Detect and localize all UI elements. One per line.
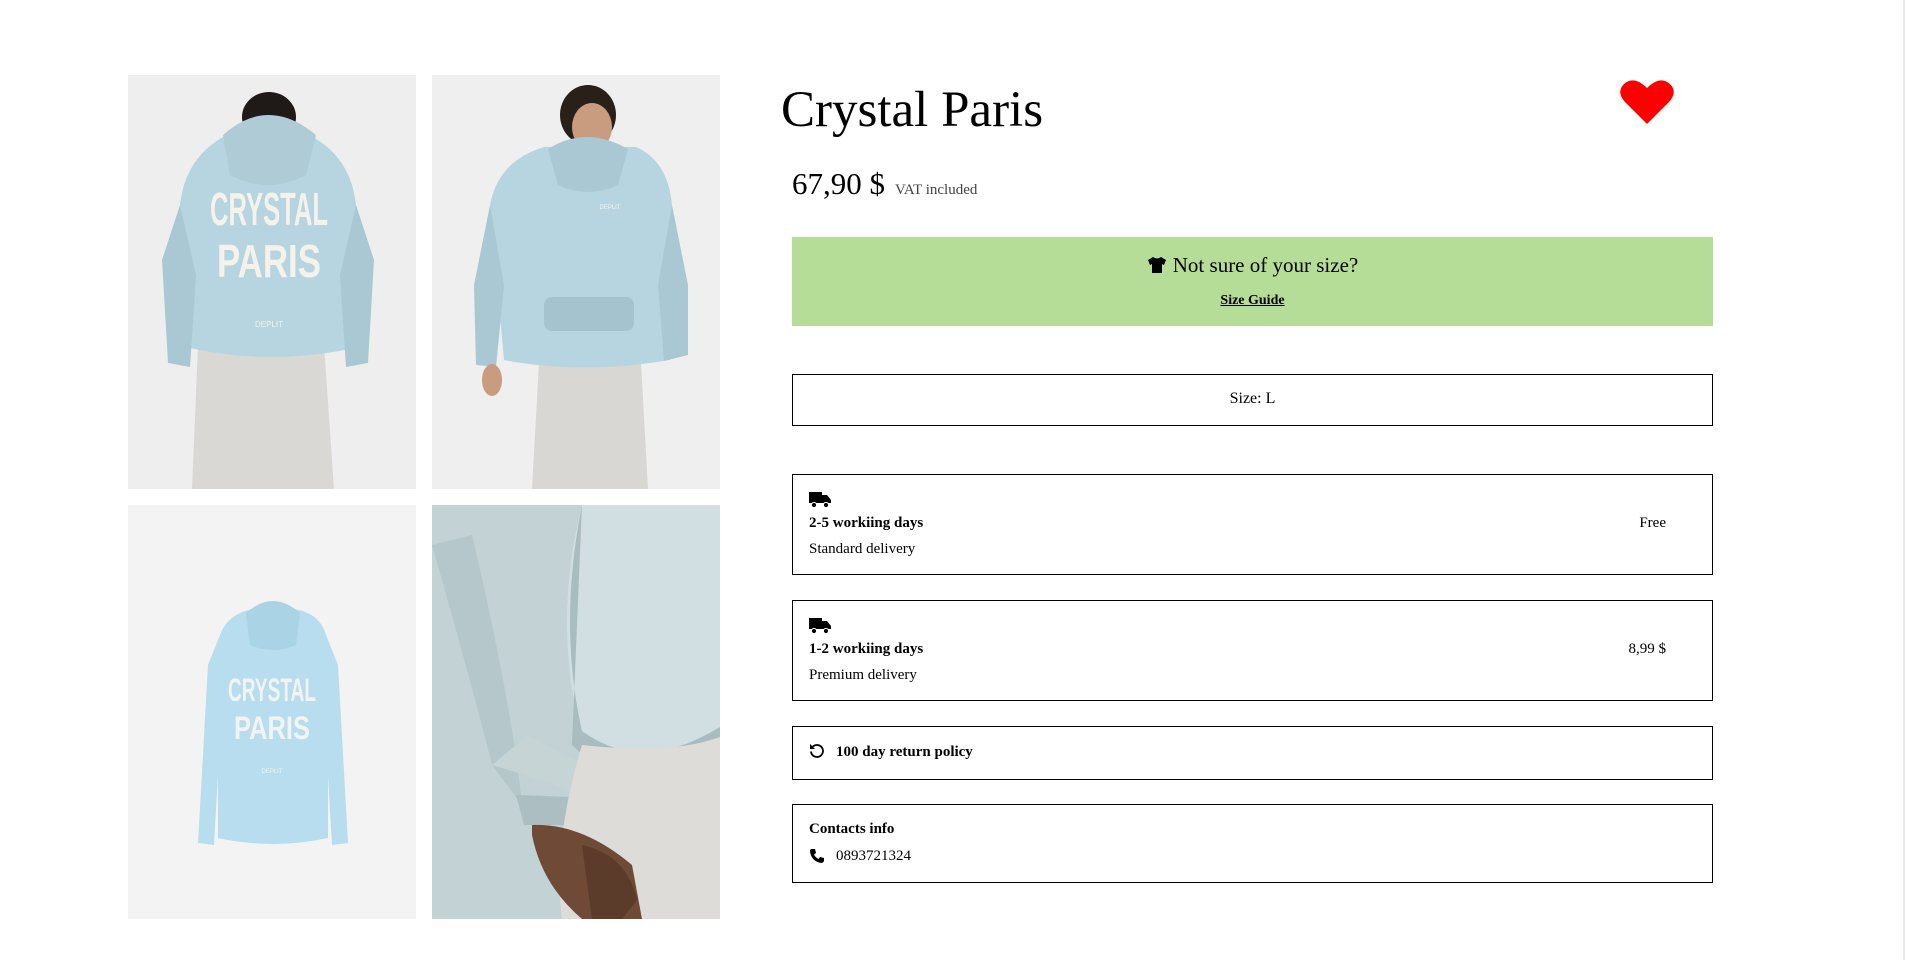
product-page: CRYSTAL PARIS DEPLIT DEPLIT CRYSTAL PARI…: [0, 0, 1905, 960]
contacts-heading: Contacts info: [809, 821, 895, 837]
product-photo-back-model[interactable]: CRYSTAL PARIS DEPLIT: [128, 75, 416, 489]
product-price: 67,90 $: [792, 166, 885, 201]
size-selector[interactable]: Size: L: [792, 374, 1713, 426]
favorite-button[interactable]: [1620, 78, 1674, 126]
contacts-box: Contacts info 0893721324: [792, 804, 1713, 883]
photo-1-print-line-2: PARIS: [217, 235, 321, 287]
size-question: Not sure of your size?: [1172, 253, 1359, 277]
return-policy-box: 100 day return policy: [792, 726, 1713, 780]
undo-icon: [810, 744, 824, 758]
size-question-line: Not sure of your size?: [792, 253, 1713, 278]
delivery-option-standard[interactable]: 2-5 workiing days Standard delivery Free: [792, 474, 1713, 575]
truck-icon: [809, 618, 831, 634]
size-selector-label: Size: L: [1229, 390, 1276, 407]
contact-phone[interactable]: 0893721324: [836, 848, 911, 865]
photo-flat-back-illustration: CRYSTAL PARIS DEPLIT: [128, 505, 416, 919]
product-photo-sleeve-detail[interactable]: [432, 505, 720, 919]
phone-icon: [810, 849, 824, 863]
truck-icon: [809, 492, 831, 508]
delivery-days: 2-5 workiing days: [809, 515, 924, 531]
delivery-name: Premium delivery: [809, 667, 917, 683]
return-policy-label: 100 day return policy: [836, 744, 973, 760]
photo-3-print-line-2: PARIS: [234, 710, 310, 746]
delivery-name: Standard delivery: [809, 541, 916, 557]
delivery-option-premium[interactable]: 1-2 workiing days Premium delivery 8,99 …: [792, 600, 1713, 701]
product-photo-front-model[interactable]: DEPLIT: [432, 75, 720, 489]
tshirt-icon: [1147, 257, 1166, 273]
photo-1-print-line-1: CRYSTAL: [210, 183, 328, 235]
vat-note: VAT included: [895, 182, 978, 198]
product-photo-flat-back[interactable]: CRYSTAL PARIS DEPLIT: [128, 505, 416, 919]
heart-icon: [1620, 80, 1674, 124]
photo-1-print-small: DEPLIT: [255, 320, 283, 329]
photo-back-model-illustration: CRYSTAL PARIS DEPLIT: [128, 75, 416, 489]
price-row: 67,90 $ VAT included: [792, 166, 977, 202]
delivery-price: Free: [1639, 515, 1666, 531]
photo-sleeve-detail-illustration: [432, 505, 720, 919]
photo-2-print-small: DEPLIT: [599, 205, 620, 211]
photo-3-print-line-1: CRYSTAL: [228, 672, 316, 708]
size-guide-link[interactable]: Size Guide: [792, 293, 1713, 309]
photo-3-print-small: DEPLIT: [261, 769, 282, 775]
product-title: Crystal Paris: [781, 82, 1044, 138]
photo-front-model-illustration: DEPLIT: [432, 75, 720, 489]
delivery-price: 8,99 $: [1628, 641, 1667, 657]
size-guide-banner: Not sure of your size? Size Guide: [792, 237, 1713, 326]
delivery-days: 1-2 workiing days: [809, 641, 924, 657]
